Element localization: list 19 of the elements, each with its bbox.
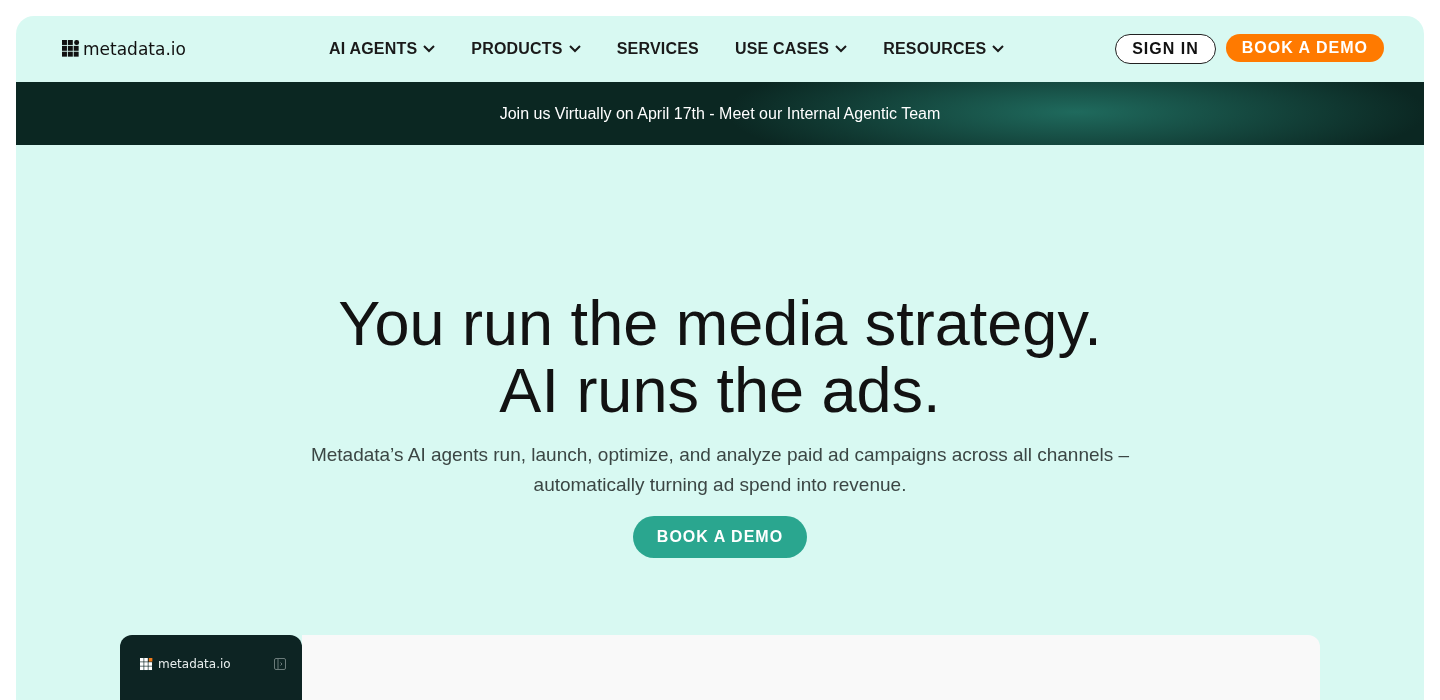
sidebar-toggle-icon[interactable] — [274, 658, 286, 670]
hero-headline: You run the media strategy. AI runs the ads. — [338, 290, 1102, 424]
hero-subtitle: Metadata’s AI agents run, launch, optimize, and analyze paid ad campaigns across all channels – automatically turning ad spend into revenue. — [309, 443, 1131, 497]
sign-in-button[interactable]: SIGN IN — [1115, 34, 1216, 64]
logo-text: metadata.io — [158, 657, 231, 671]
nav-link[interactable]: RESOURCES — [883, 40, 1005, 58]
nav-link[interactable]: SERVICES — [616, 40, 699, 58]
nav-link[interactable]: AI AGENTS — [329, 40, 436, 58]
announcement-link[interactable]: Join us Virtually on April 17th - Meet our Internal Agentic Team — [499, 104, 941, 123]
nav-link[interactable]: USE CASES — [734, 40, 848, 58]
logo-text: metadata.io — [83, 39, 186, 59]
logo-icon — [62, 40, 80, 58]
nav-link[interactable]: PRODUCTS — [471, 40, 581, 58]
chevron-down-icon — [568, 45, 581, 53]
logo-icon — [140, 657, 153, 671]
chevron-down-icon — [835, 45, 848, 53]
chevron-down-icon — [992, 45, 1005, 53]
chevron-down-icon — [423, 45, 436, 53]
logo[interactable]: metadata.io — [62, 39, 186, 59]
